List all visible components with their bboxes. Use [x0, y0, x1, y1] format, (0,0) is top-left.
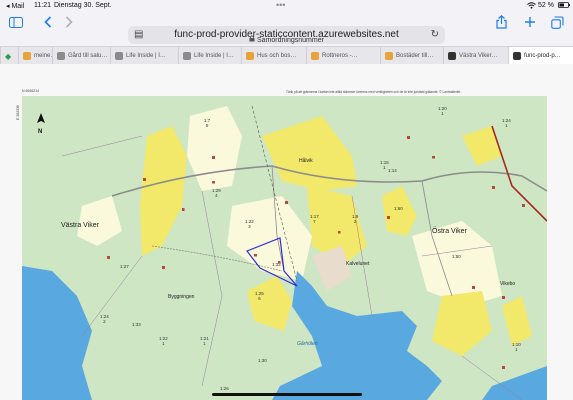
plot-label[interactable]: 1:27 — [120, 264, 129, 269]
tab-label: Life Inside | I… — [194, 53, 234, 59]
tab-6[interactable]: Rottneros -… — [306, 47, 380, 65]
favicon-icon — [23, 52, 31, 60]
plot-label[interactable]: 1:60 — [394, 206, 403, 211]
lock-icon — [249, 35, 257, 44]
plot-label[interactable]: 1:33 — [132, 322, 141, 327]
tab-1[interactable]: meine… — [18, 47, 52, 65]
tab-label: meine… — [34, 53, 52, 59]
tab-label: func-prod-p… — [524, 53, 561, 59]
map-canvas[interactable] — [22, 96, 547, 400]
sidebar-icon[interactable] — [8, 14, 24, 30]
plot-label[interactable]: 1:7 5 — [204, 118, 210, 128]
tab-label: Gård till salu… — [68, 53, 108, 59]
add-icon[interactable] — [522, 14, 538, 30]
plot-label[interactable]: 1:10 1 — [512, 342, 521, 352]
place-kaloelunet: Kalvelunet — [346, 261, 370, 267]
status-bar: ◂ Mail 11:21 Dienstag 30. Sept. ••• 52 % — [0, 0, 573, 12]
plot-label[interactable]: 1:24 1 — [502, 118, 511, 128]
plot-label[interactable]: 1:29 4 — [212, 188, 221, 198]
wifi-icon — [527, 2, 536, 11]
favicon-icon — [311, 52, 319, 60]
map-notice: Tänk på att gränserna i kartan inte allt… — [286, 90, 461, 94]
status-time: 11:21 — [34, 2, 51, 9]
share-icon[interactable] — [493, 14, 509, 30]
plot-label[interactable]: 1:32 — [272, 262, 281, 267]
tab-label: Västra Viker… — [459, 53, 498, 59]
new-tab-group[interactable]: ◆ — [0, 47, 18, 65]
tab-9[interactable]: func-prod-p… — [508, 47, 573, 65]
place-garholen: Gårhölen — [297, 341, 318, 347]
tab-4[interactable]: Life Inside | I… — [178, 47, 241, 65]
back-arrow-icon[interactable] — [40, 14, 56, 30]
place-ostra-viker: Östra Viker — [432, 228, 467, 235]
battery-percent: 52 % — [538, 2, 554, 9]
favicon-icon — [246, 52, 254, 60]
favicon-icon — [385, 52, 393, 60]
page-title: Samordningsnummer — [257, 37, 324, 44]
plot-label[interactable]: 1:21 1 — [200, 336, 209, 346]
status-date: Dienstag 30. Sept. — [54, 2, 112, 9]
plot-label[interactable]: 1:24 2 — [100, 314, 109, 324]
place-byggningen: Byggningen — [168, 294, 195, 300]
tab-label: Life Inside | I… — [126, 53, 166, 59]
tab-label: Rottneros -… — [322, 53, 358, 59]
favicon-icon — [513, 52, 521, 60]
tab-label: Bostäder till… — [396, 53, 434, 59]
plot-label[interactable]: 1:22 1 — [159, 336, 168, 346]
plot-label[interactable]: 1:20 1 — [438, 106, 447, 116]
favicon-icon — [183, 52, 191, 60]
tabs-icon[interactable] — [549, 14, 565, 30]
place-vikebo: Vikebo — [500, 281, 516, 287]
plot-label[interactable]: 1:22 3 — [245, 219, 254, 229]
tab-label: Hus och bos… — [257, 53, 297, 59]
forward-arrow-icon[interactable] — [61, 14, 77, 30]
place-halvik: Hålvik — [299, 158, 313, 164]
favicon-icon — [57, 52, 65, 60]
favicon-icon — [115, 52, 123, 60]
plot-label[interactable]: 1:17 7 — [310, 214, 319, 224]
north-label: N — [38, 129, 43, 135]
north-arrow-icon: N — [36, 113, 46, 135]
property-map[interactable]: Västra Viker Östra Viker Hålvik Byggning… — [22, 96, 547, 400]
tab-5[interactable]: Hus och bos… — [241, 47, 306, 65]
coord-left: E 382336 — [16, 105, 20, 120]
favicon-icon — [448, 52, 456, 60]
plot-label[interactable]: 1:30 — [258, 358, 267, 363]
tab-strip: ◆ meine… Gård till salu… Life Inside | I… L… — [0, 46, 573, 66]
page-title-row: Samordningsnummer — [0, 35, 573, 44]
plot-label[interactable]: 1:50 — [452, 254, 461, 259]
coord-top: N 6636214 — [22, 89, 40, 93]
plot-label[interactable]: 1:9 2 — [352, 214, 358, 224]
place-vastra-viker: Västra Viker — [61, 222, 99, 229]
multitask-dots[interactable]: ••• — [276, 0, 285, 10]
tab-3[interactable]: Life Inside | I… — [110, 47, 178, 65]
browser-toolbar: ▤ func-prod-provider-staticcontent.azure… — [0, 12, 573, 44]
battery-icon — [558, 2, 570, 10]
tab-8[interactable]: Västra Viker… — [443, 47, 508, 65]
plot-label[interactable]: 1:26 — [220, 386, 229, 391]
back-to-app-link[interactable]: ◂ Mail — [6, 2, 24, 10]
leaf-icon: ◆ — [5, 51, 12, 61]
home-indicator[interactable] — [212, 393, 362, 396]
tab-2[interactable]: Gård till salu… — [52, 47, 110, 65]
tab-7[interactable]: Bostäder till… — [380, 47, 443, 65]
plot-label[interactable]: 1:25 6 — [255, 291, 264, 301]
plot-label[interactable]: 1:14 — [388, 168, 397, 173]
